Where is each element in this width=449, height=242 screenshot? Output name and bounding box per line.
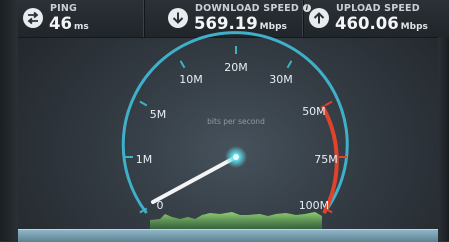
speed-history-graph [150,212,322,229]
bottom-bar [18,229,438,242]
gauge-label-10m: 10M [179,73,203,86]
gauge-label-5m: 5M [150,108,167,121]
gauge-tick-30m [286,60,293,69]
gauge-tick-5m [139,100,148,107]
needle-hub-core [233,154,239,160]
speedtest-screen: PING 46ms DOWNLOAD SPEEDi 569.19Mbps [0,0,449,242]
gauge-center-label: bits per second [207,117,265,126]
gauge-tick-50m [324,100,333,107]
right-edge [438,37,449,241]
gauge-label-75m: 75M [314,153,338,166]
gauge-tick-10m [179,60,186,69]
gauge-tick-labels: 01M5M10M20M30M50M75M100M [136,61,338,212]
gauge-label-30m: 30M [269,73,293,86]
gauge-label-1m: 1M [136,153,153,166]
gauge-label-20m: 20M [224,61,248,74]
speed-gauge: 01M5M10M20M30M50M75M100M bits per second [121,31,349,229]
gauge-needle [151,155,238,204]
gauge-label-50m: 50M [302,105,326,118]
gauge-label-100m: 100M [299,199,330,212]
